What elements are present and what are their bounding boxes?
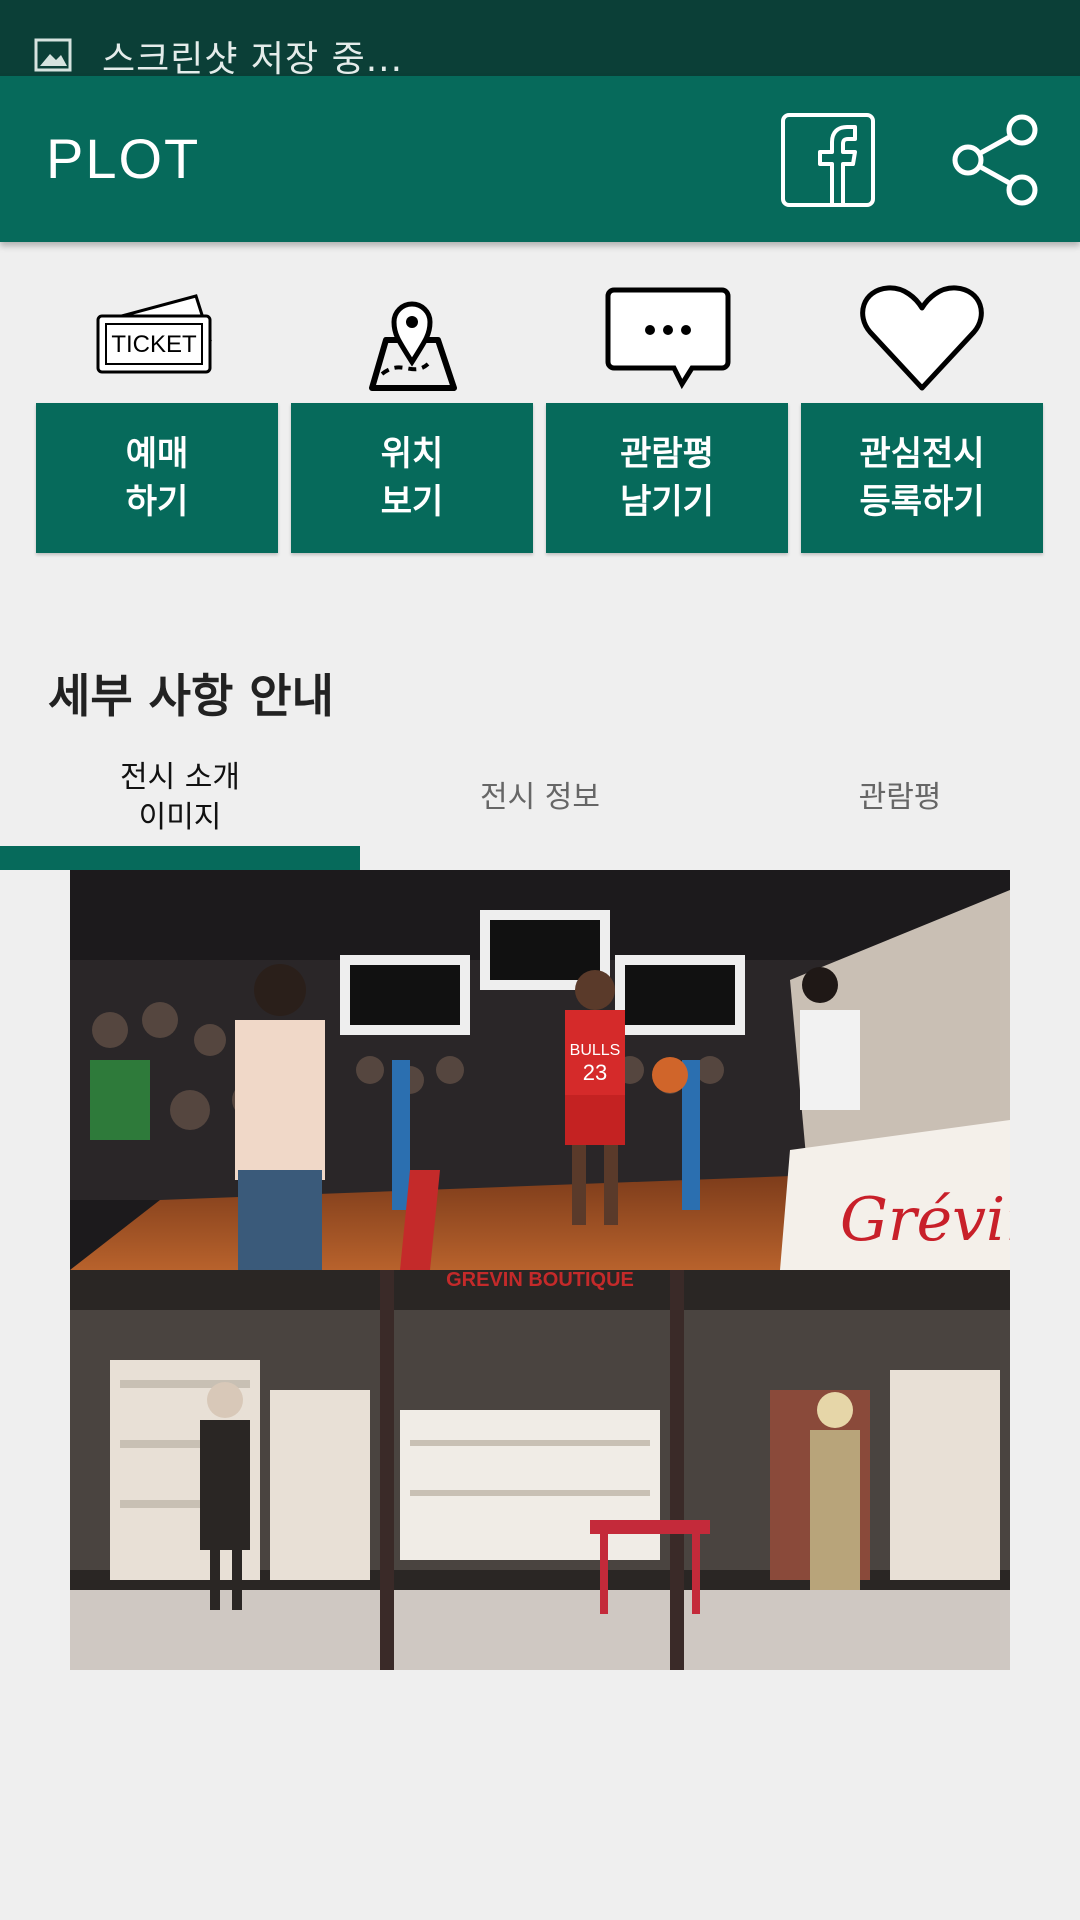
tab-exhibit-info[interactable]: 전시 정보 (360, 748, 720, 848)
basketball-exhibit-photo: BULLS 23 Grévin (70, 870, 1010, 1270)
section-title: 세부 사항 안내 (48, 669, 334, 723)
review-button[interactable]: 관람평 남기기 (546, 403, 788, 553)
notification-text: 스크린샷 저장 중... (102, 39, 404, 80)
svg-text:BULLS: BULLS (570, 1042, 621, 1059)
app-title: PLOT (46, 127, 201, 190)
svg-text:23: 23 (583, 1060, 607, 1085)
image-icon (34, 38, 72, 72)
tab-indicator (0, 846, 360, 870)
favorite-button[interactable]: 관심전시 등록하기 (801, 403, 1043, 553)
tab-reviews[interactable]: 관람평 (720, 748, 1080, 848)
location-button[interactable]: 위치 보기 (291, 403, 533, 553)
tab-intro-images[interactable]: 전시 소개 이미지 (0, 748, 360, 848)
status-bar: 스크린샷 저장 중... (0, 0, 1080, 80)
svg-text:Grévin: Grévin (840, 1185, 1010, 1255)
facebook-icon[interactable] (780, 112, 876, 208)
map-pin-icon[interactable] (342, 278, 482, 398)
app-bar: PLOT (0, 76, 1080, 242)
svg-text:GREVIN BOUTIQUE: GREVIN BOUTIQUE (446, 1270, 634, 1291)
reserve-button[interactable]: 예매 하기 (36, 403, 278, 553)
boutique-photo: GREVIN BOUTIQUE (70, 1270, 1010, 1670)
chat-bubble-icon[interactable] (598, 278, 738, 398)
ticket-icon[interactable]: TICKET (86, 278, 226, 398)
heart-icon[interactable] (852, 278, 992, 398)
svg-text:TICKET: TICKET (111, 331, 197, 358)
share-icon[interactable] (946, 110, 1046, 210)
